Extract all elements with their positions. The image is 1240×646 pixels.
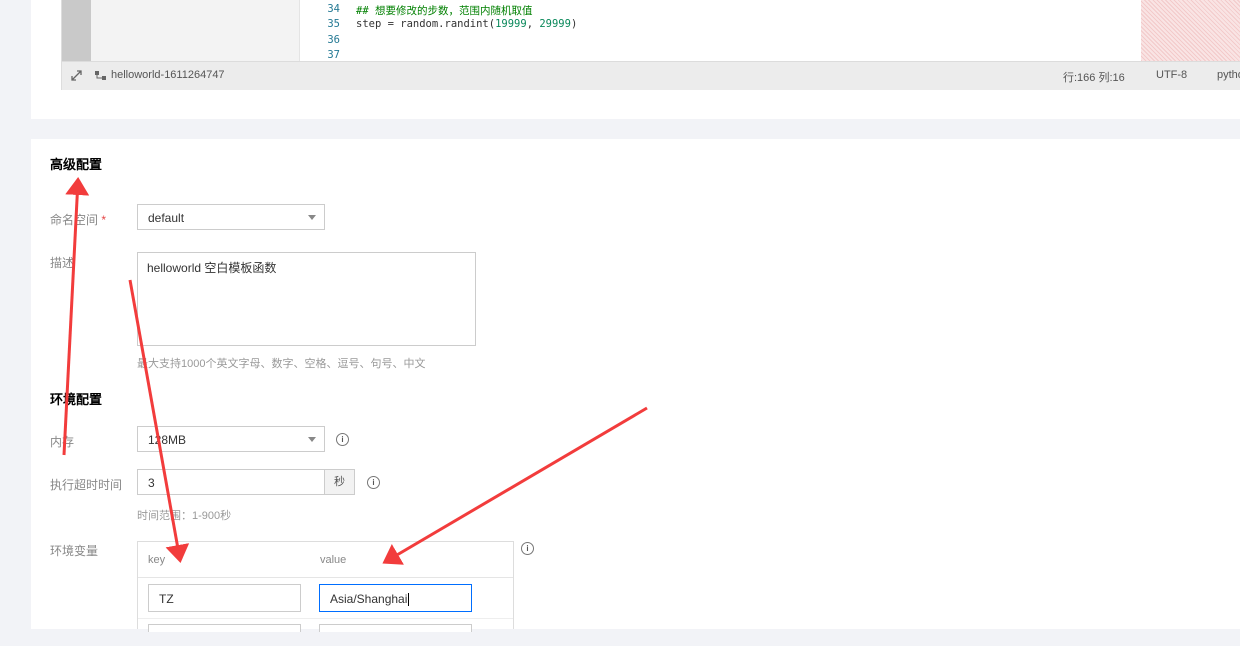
arrow-to-value <box>382 406 648 565</box>
annotation-arrows <box>62 177 648 565</box>
arrow-down-key <box>128 279 190 563</box>
arrow-up <box>62 177 90 456</box>
